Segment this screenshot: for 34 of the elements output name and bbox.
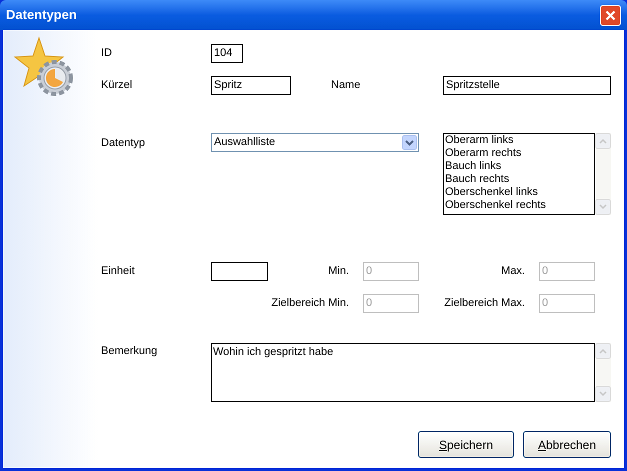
dialog-button[interactable]: Abbrechen [523, 431, 611, 458]
input-field[interactable]: Spritz [211, 76, 291, 95]
scroll-down-icon[interactable] [595, 386, 611, 402]
list-item[interactable]: Oberschenkel rechts [445, 199, 594, 212]
scrollbar[interactable] [595, 343, 611, 402]
dropdown[interactable]: Auswahlliste [211, 133, 419, 152]
close-icon [605, 10, 616, 20]
field-label: Datentyp [101, 136, 146, 151]
close-button[interactable] [600, 4, 621, 26]
field-label: ID [101, 46, 113, 62]
field-label: Bemerkung [101, 344, 158, 359]
list-box[interactable]: Oberarm links Oberarm rechts Bauch links Bauch rechts Oberschenkel links Oberschenkel rechts [443, 133, 595, 215]
list-item[interactable]: Bauch links [445, 160, 594, 173]
list-item[interactable]: Oberarm rechts [445, 147, 594, 160]
scroll-up-icon[interactable] [595, 343, 611, 359]
list-item[interactable]: Bauch rechts [445, 173, 594, 186]
list-item[interactable]: Oberschenkel links [445, 186, 594, 199]
input-field[interactable]: 104 [211, 44, 243, 63]
field-label: Zielbereich Max. [444, 296, 525, 312]
comment-field[interactable]: Wohin ich gespritzt habe [211, 343, 595, 402]
field-label: Min. [328, 264, 349, 280]
field-label: Name [331, 78, 362, 94]
input-field[interactable]: Spritzstelle [443, 76, 611, 95]
list-item[interactable]: Oberarm links [445, 134, 594, 147]
scrollbar[interactable] [595, 133, 611, 215]
input-field[interactable] [211, 262, 268, 281]
field-label: Zielbereich Min. [271, 296, 349, 312]
field-label: Max. [501, 264, 525, 280]
scroll-up-icon[interactable] [595, 133, 611, 149]
dialog-button[interactable]: Speichern [418, 431, 514, 458]
field-label: Kürzel [101, 78, 134, 94]
window-title: Datentypen [6, 6, 77, 24]
scroll-down-icon[interactable] [595, 199, 611, 215]
field-label: Einheit [101, 264, 136, 280]
